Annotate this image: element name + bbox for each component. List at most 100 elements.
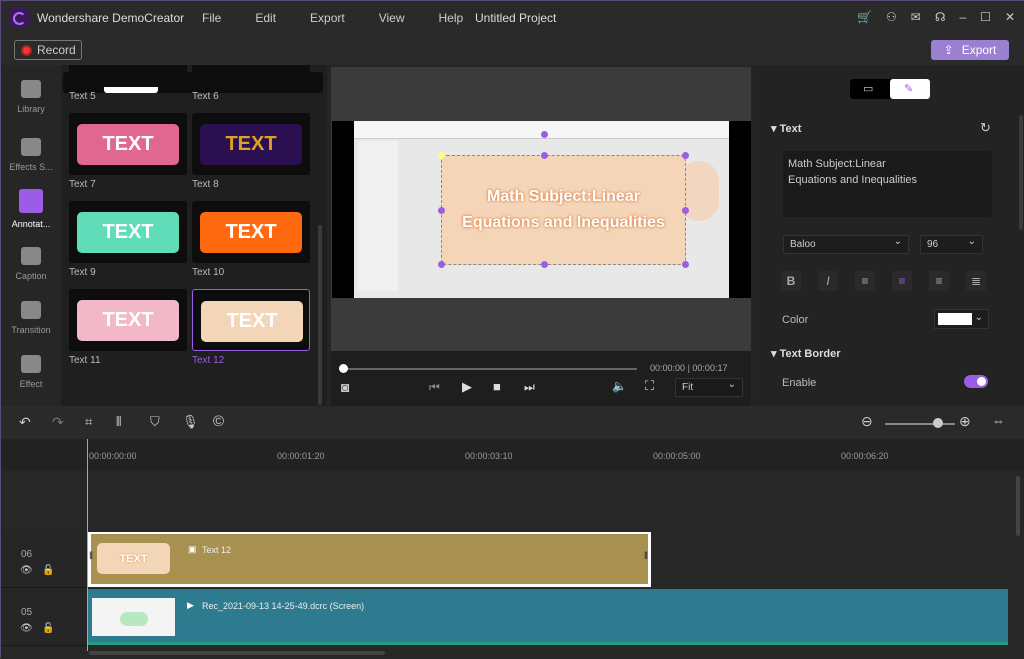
menu-help[interactable]: Help xyxy=(439,11,464,25)
volume-icon[interactable]: 🔈 xyxy=(612,379,627,393)
magic-wand-icon xyxy=(21,355,41,373)
eye-icon[interactable]: 👁 xyxy=(20,623,33,634)
clip-trim-handle-left[interactable]: ‖ xyxy=(89,551,93,562)
play-icon[interactable]: ▶ xyxy=(462,379,472,395)
redo-icon[interactable]: ↷ xyxy=(52,414,64,431)
camera-icon[interactable]: ◙ xyxy=(341,379,349,395)
font-size-select[interactable]: 96 xyxy=(920,235,983,254)
crop-icon[interactable]: ⌗ xyxy=(85,414,92,430)
timeline-ruler[interactable]: 00:00:00:00 00:00:01:20 00:00:03:10 00:00:0… xyxy=(1,439,1024,471)
timeline-zoom-slider[interactable] xyxy=(885,423,955,425)
export-button[interactable]: ⇪ Export xyxy=(931,40,1009,60)
user-icon[interactable]: ⚇ xyxy=(886,10,897,24)
sidebar-label: Annotat... xyxy=(11,219,51,229)
bold-button[interactable]: B xyxy=(781,271,801,291)
italic-button[interactable]: I xyxy=(818,271,838,291)
next-frame-icon[interactable]: ⏭ xyxy=(524,380,535,395)
sidebar-item-transition[interactable]: Transition xyxy=(1,291,61,345)
sidebar-item-effects-store[interactable]: Effects S... xyxy=(1,129,61,181)
text-content-input[interactable]: Math Subject:Linear Equations and Inequa… xyxy=(783,151,992,217)
mail-icon[interactable]: ✉ xyxy=(911,10,921,24)
stop-icon[interactable]: ■ xyxy=(493,379,501,394)
record-button[interactable]: Record xyxy=(14,40,82,60)
minimize-icon[interactable]: – xyxy=(959,10,966,24)
close-icon[interactable]: ✕ xyxy=(1005,10,1015,24)
text-template-card[interactable]: TEXT xyxy=(192,289,310,351)
split-icon[interactable]: ⫴ xyxy=(116,414,121,430)
font-select[interactable]: Baloo xyxy=(783,235,909,254)
screen-recording-frame: Math Subject:Linear Equations and Inequa… xyxy=(354,121,729,298)
seek-bar[interactable] xyxy=(343,368,637,370)
annotation-library: ♡ Ŧ Text ▭ ↗ ∿ ○ Text 5Text 6TEXTText 7T… xyxy=(61,65,327,406)
video-camera-icon[interactable]: ▭ xyxy=(863,82,873,95)
timeline-vertical-scrollbar[interactable] xyxy=(1016,476,1020,536)
text-border-section-header[interactable]: ▾ Text Border xyxy=(771,347,841,360)
fit-timeline-icon[interactable]: ⇔ xyxy=(992,413,1005,428)
timeline-zoom-handle[interactable] xyxy=(932,418,943,428)
zoom-out-icon[interactable]: ⊖ xyxy=(861,413,873,430)
microphone-icon[interactable]: 🎙 xyxy=(182,414,199,430)
text-template-card[interactable]: TEXT xyxy=(69,289,187,351)
timeline-horizontal-scrollbar[interactable] xyxy=(89,651,385,655)
project-title: Untitled Project xyxy=(475,11,557,25)
fullscreen-icon[interactable]: ⛶ xyxy=(645,378,654,394)
sidebar-label: Transition xyxy=(11,325,51,335)
copyright-icon[interactable]: © xyxy=(213,413,224,430)
previous-frame-icon[interactable]: ⏮ xyxy=(429,380,440,395)
text-border-toggle[interactable] xyxy=(964,375,988,388)
justify-button[interactable]: ≣ xyxy=(966,271,986,291)
maximize-icon[interactable]: ☐ xyxy=(980,10,991,24)
export-label: Export xyxy=(961,43,997,57)
cart-icon[interactable]: 🛒 xyxy=(857,10,872,24)
zoom-in-icon[interactable]: ⊕ xyxy=(959,413,971,430)
playhead[interactable] xyxy=(87,439,88,651)
align-center-button[interactable]: ≡ xyxy=(892,271,912,291)
sidebar-label: Caption xyxy=(15,271,47,281)
seek-handle[interactable] xyxy=(339,364,348,373)
library-scrollbar[interactable] xyxy=(318,225,322,405)
align-right-button[interactable]: ≡ xyxy=(929,271,949,291)
text-clip[interactable]: TEXT ▣ Text 12 ‖ ‖ xyxy=(88,532,651,587)
color-picker[interactable]: ⌄ xyxy=(934,309,989,329)
sidebar-item-annotation[interactable]: Annotat... xyxy=(1,181,61,237)
caption-icon: ▣ xyxy=(188,544,197,554)
reset-icon[interactable]: ↻ xyxy=(980,120,991,136)
text-section-header[interactable]: ▾ Text xyxy=(771,122,801,135)
sidebar-item-caption[interactable]: Caption xyxy=(1,237,61,291)
export-icon: ⇪ xyxy=(943,43,954,57)
template-label: Text 8 xyxy=(192,179,219,190)
edit-tab[interactable]: ✎ xyxy=(890,79,930,99)
text-template-card[interactable] xyxy=(192,65,310,87)
ruler-tick-label: 00:00:00:00 xyxy=(89,451,137,461)
ruler-tick-label: 00:00:06:20 xyxy=(841,451,889,461)
sidebar-item-effect[interactable]: Effect xyxy=(1,345,61,399)
menu-edit[interactable]: Edit xyxy=(255,11,276,25)
text-template-card[interactable]: TEXT xyxy=(69,113,187,175)
menu-file[interactable]: File xyxy=(202,11,221,25)
unlock-icon[interactable]: 🔓 xyxy=(42,623,54,634)
app-logo xyxy=(9,8,29,28)
track-number: 06 xyxy=(21,549,33,560)
screen-recording-clip[interactable]: ▶ Rec_2021-09-13 14-25-49.dcrc (Screen) xyxy=(88,589,1008,645)
record-label: Record xyxy=(37,43,76,57)
clip-trim-handle-right[interactable]: ‖ xyxy=(644,551,648,562)
eye-icon[interactable]: 👁 xyxy=(20,565,33,576)
template-preview: TEXT xyxy=(200,212,302,253)
unlock-icon[interactable]: 🔓 xyxy=(42,565,54,576)
properties-scrollbar[interactable] xyxy=(1019,115,1023,230)
text-template-card[interactable]: TEXT xyxy=(192,201,310,263)
headset-icon[interactable]: ☊ xyxy=(935,10,946,24)
menu-view[interactable]: View xyxy=(379,11,405,25)
marker-icon[interactable]: ⛉ xyxy=(150,414,160,430)
undo-icon[interactable]: ↶ xyxy=(19,414,31,431)
text-template-card[interactable] xyxy=(69,65,187,87)
align-left-button[interactable]: ≡ xyxy=(855,271,875,291)
playback-controls: 00:00:00 | 00:00:17 ◙ ⏮ ▶ ■ ⏭ 🔈 ⛶ Fit xyxy=(331,351,751,406)
menu-export[interactable]: Export xyxy=(310,11,345,25)
text-template-card[interactable]: TEXT xyxy=(69,201,187,263)
text-overlay[interactable]: Math Subject:Linear Equations and Inequa… xyxy=(441,155,686,265)
zoom-fit-select[interactable]: Fit xyxy=(675,378,743,397)
text-template-card[interactable]: TEXT xyxy=(192,113,310,175)
menu-bar: File Edit Export View Help xyxy=(202,11,497,25)
sidebar-item-library[interactable]: Library xyxy=(1,65,61,129)
